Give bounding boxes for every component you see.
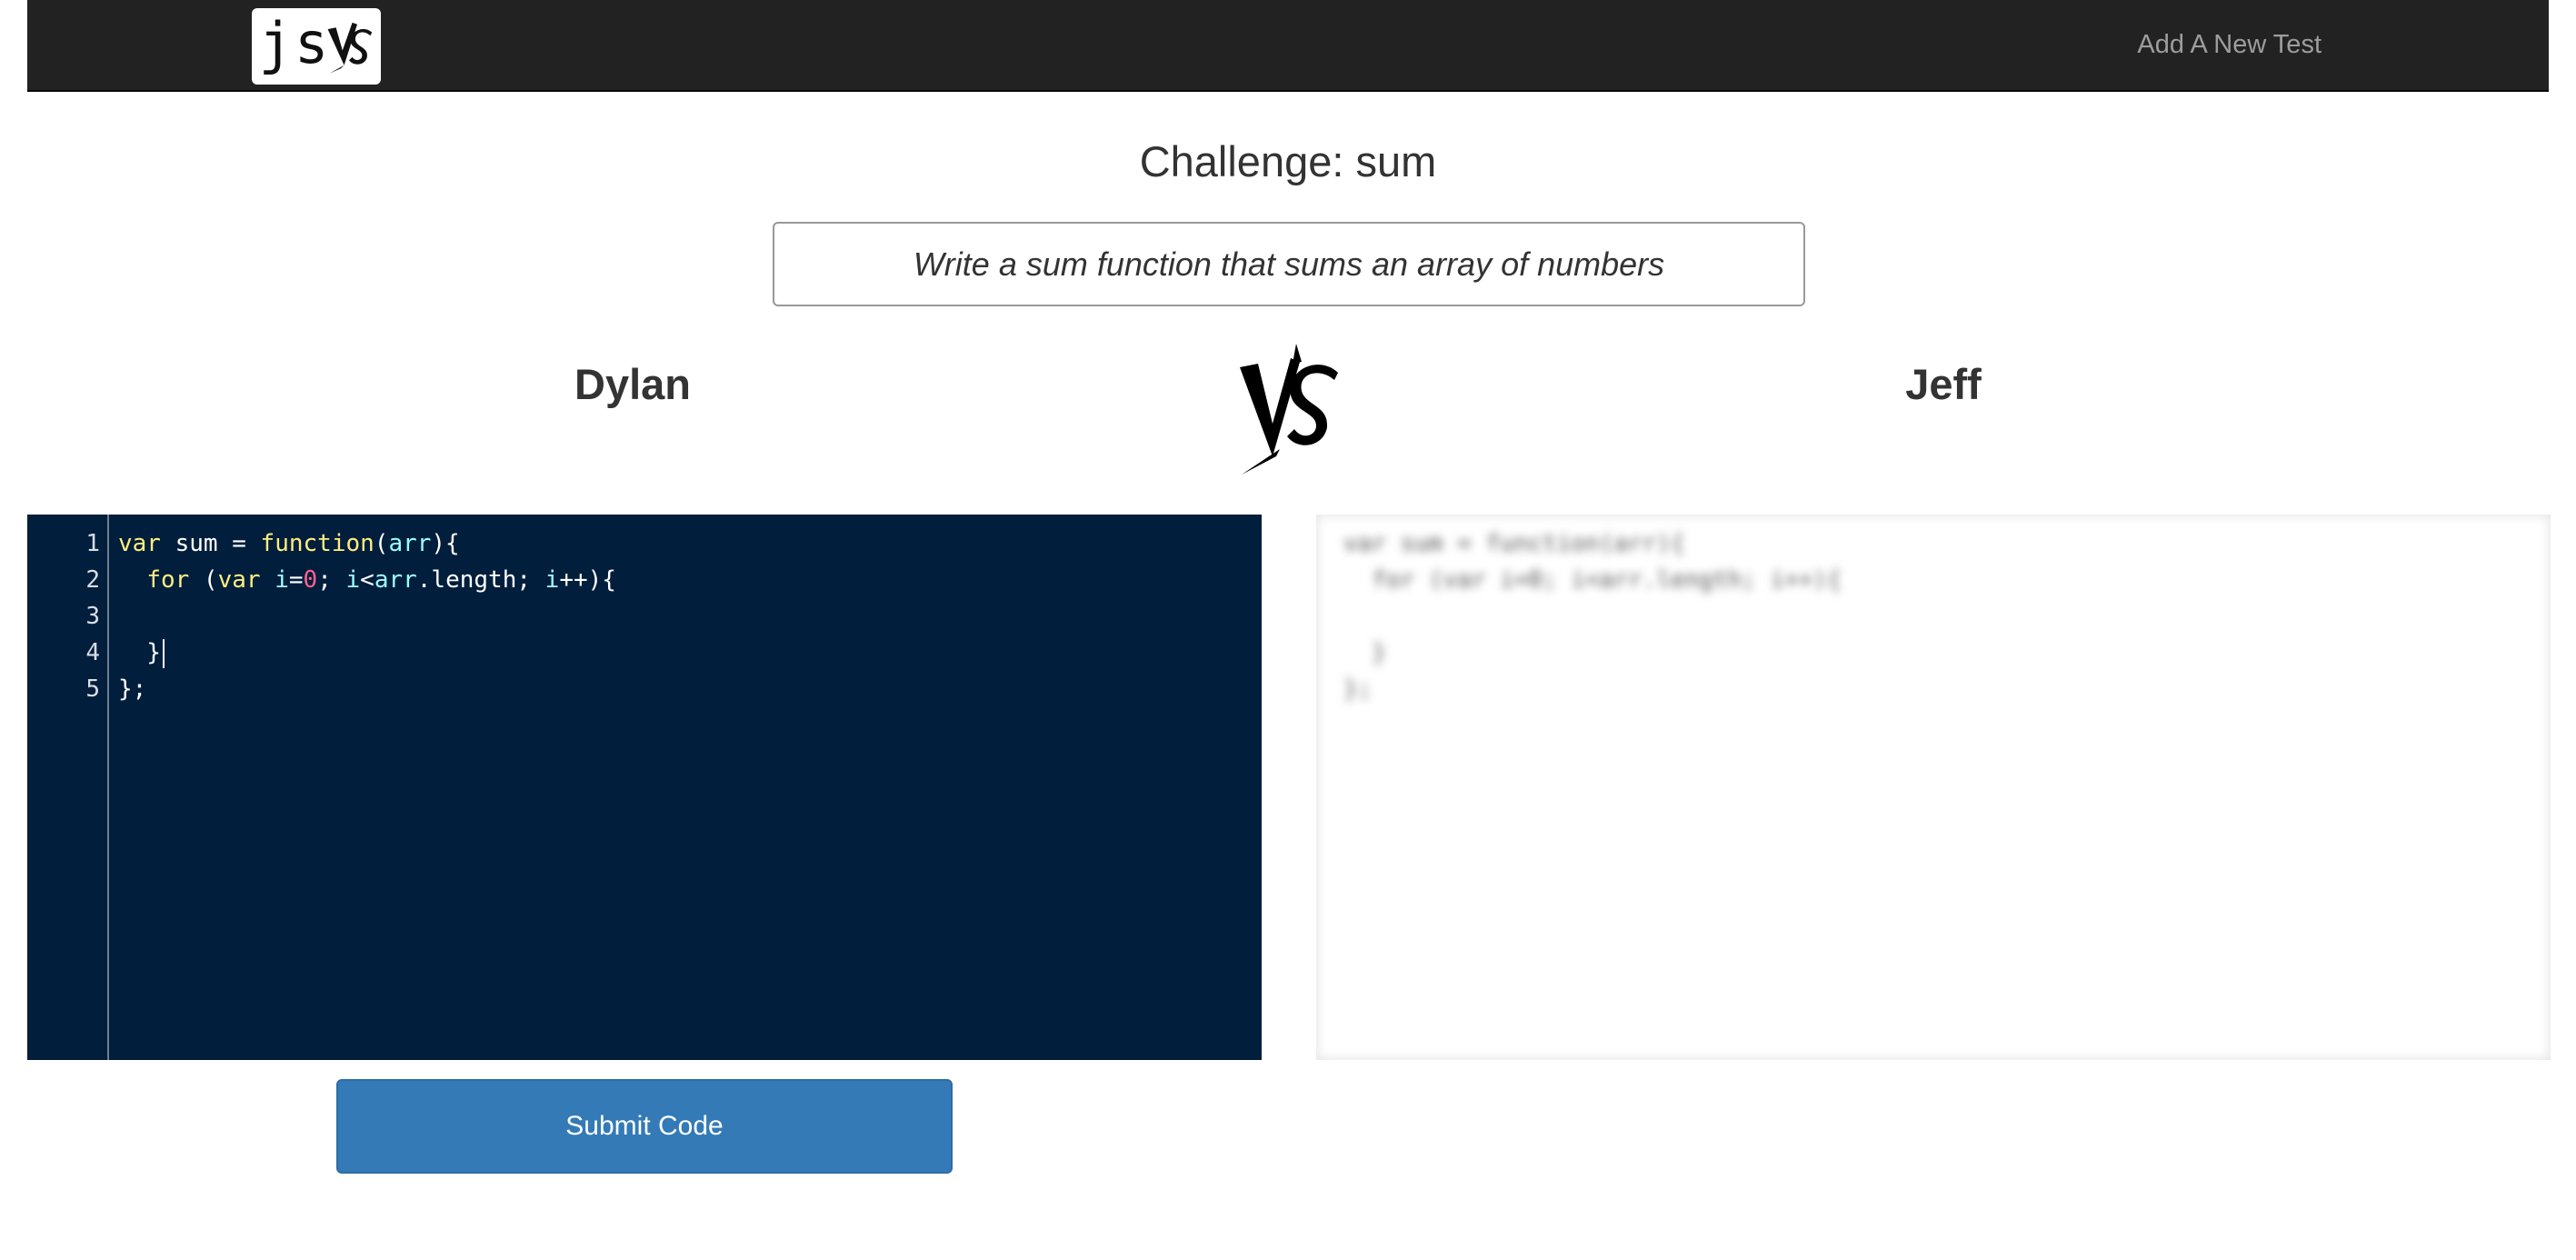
line-number-gutter: 1 2 3 4 5 <box>27 515 109 1060</box>
code-line: }; <box>118 675 147 703</box>
code-line: var sum = function(arr){ <box>1343 530 1685 557</box>
add-new-test-link[interactable]: Add A New Test <box>2137 30 2321 60</box>
player-left-name: Dylan <box>574 360 691 408</box>
line-number: 1 <box>85 530 100 557</box>
code-line: } <box>118 635 1253 671</box>
code-line: } <box>1343 639 1386 666</box>
player-right-name: Jeff <box>1905 360 1982 408</box>
code-line: for (var i=0; i<arr.length; i++){ <box>1343 566 1842 594</box>
code-line: }; <box>1343 675 1373 703</box>
line-number: 5 <box>85 675 100 703</box>
opponent-code-blurred: var sum = function(arr){ for (var i=0; i… <box>1343 525 1842 707</box>
code-editor-right-blurred: var sum = function(arr){ for (var i=0; i… <box>1316 515 2551 1060</box>
code-line: var sum = function(arr){ <box>118 530 460 557</box>
code-area[interactable]: var sum = function(arr){ for (var i=0; i… <box>118 525 1253 1060</box>
vs-logo-icon <box>327 22 373 74</box>
submit-code-button[interactable]: Submit Code <box>336 1079 953 1174</box>
line-number: 4 <box>85 639 100 666</box>
brand-logo[interactable]: js <box>252 8 381 85</box>
navbar: js Add A New Test <box>27 0 2549 92</box>
challenge-prompt-box: Write a sum function that sums an array … <box>773 222 1805 306</box>
line-number: 3 <box>85 603 100 630</box>
text-cursor <box>162 638 165 668</box>
brand-js-text: js <box>258 10 331 76</box>
code-line: for (var i=0; i<arr.length; i++){ <box>146 566 616 594</box>
line-number: 2 <box>85 566 100 594</box>
vs-logo-icon <box>1240 344 1338 475</box>
code-editor-left[interactable]: 1 2 3 4 5 var sum = function(arr){ for (… <box>27 515 1262 1060</box>
page: js Add A New Test Challenge: sum Write a… <box>0 0 2576 1260</box>
challenge-title: Challenge: sum <box>1139 137 1437 185</box>
challenge-prompt: Write a sum function that sums an array … <box>913 245 1665 283</box>
